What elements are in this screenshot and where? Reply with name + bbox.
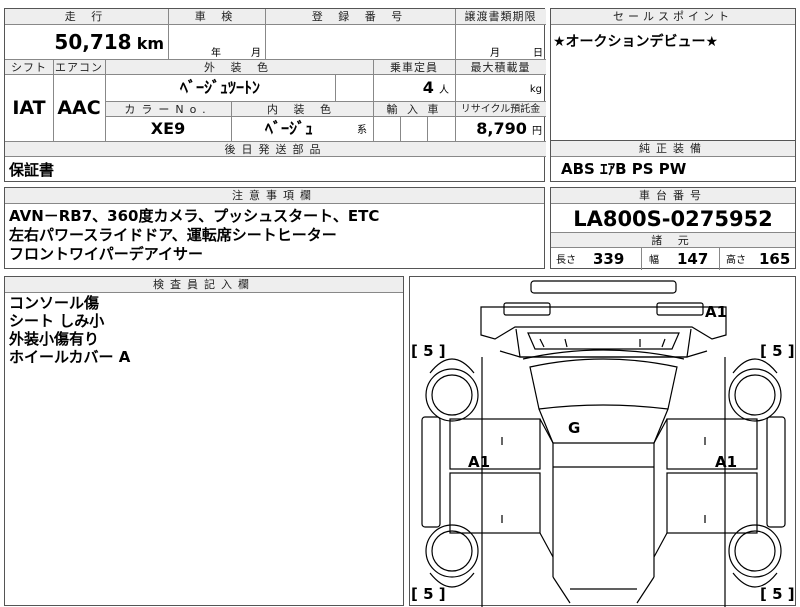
registration-header: 登 録 番 号 xyxy=(265,9,455,25)
width-label: 幅 xyxy=(649,255,659,266)
mark-rear-right-tire: [ 5 ] xyxy=(760,585,795,603)
height-value: 165 xyxy=(759,250,791,268)
capacity-unit: 人 xyxy=(439,85,449,96)
notes-header: 注意事項欄 xyxy=(5,188,544,204)
max-load-header: 最大積載量 xyxy=(455,59,546,75)
inspector-line-1: コンソール傷 xyxy=(9,294,100,312)
recycle-unit: 円 xyxy=(532,126,542,137)
max-load-unit: kg xyxy=(529,84,542,95)
genuine-equipment-header: 純正装備 xyxy=(551,141,795,157)
color-no-value: XE9 xyxy=(150,119,186,138)
recycle-value: 8,790 xyxy=(476,119,527,138)
dimensions-row: 長さ 339 幅 147 高さ 165 xyxy=(551,248,795,270)
mileage-unit: km xyxy=(136,34,164,53)
transfer-day-label: 日 xyxy=(533,48,543,59)
notes-line-2: 左右パワースライドドア、運転席シートヒーター xyxy=(9,226,337,244)
mark-front-left-tire: [ 5 ] xyxy=(411,342,446,360)
interior-color-header: 内 装 色 xyxy=(231,101,373,117)
recycle-header: リサイクル預託金 xyxy=(455,101,546,117)
color-no-header: カラーNo. xyxy=(105,101,231,117)
interior-color-suffix: 系 xyxy=(357,125,367,136)
inspector-line-3: 外装小傷有り xyxy=(9,330,100,348)
capacity-value-cell: 4 人 xyxy=(373,75,455,101)
mileage-header: 走 行 xyxy=(5,9,168,25)
sales-point-text: ★オークションデビュー★ xyxy=(553,34,719,50)
chassis-value: LA800S-0275952 xyxy=(573,207,773,231)
interior-color-cell: ﾍﾞｰｼﾞｭ 系 xyxy=(231,117,373,141)
notes-line-3: フロントワイパーデアイサー xyxy=(9,245,203,263)
transfer-month-label: 月 xyxy=(490,48,500,59)
chassis-header: 車台番号 xyxy=(551,188,795,204)
height-label: 高さ xyxy=(726,255,746,266)
genuine-equipment-text: ABS ｴｱB PS PW xyxy=(561,160,687,178)
sales-point-panel: セールスポイント ★オークションデビュー★ xyxy=(550,8,796,142)
transfer-deadline-cell: 月 日 xyxy=(455,25,546,59)
chassis-panel: 車台番号 LA800S-0275952 諸 元 長さ 339 幅 147 高さ … xyxy=(550,187,796,270)
mark-right-door: A1 xyxy=(715,453,737,471)
sales-point-header: セールスポイント xyxy=(551,9,795,25)
inspection-year-label: 年 xyxy=(211,48,221,59)
shift-value: IAT xyxy=(12,97,46,119)
inspection-month-label: 月 xyxy=(251,48,261,59)
mark-roof-right: A1 xyxy=(705,303,727,321)
dimensions-header: 諸 元 xyxy=(551,232,795,248)
transfer-deadline-header: 譲渡書類期限 xyxy=(455,9,546,25)
interior-color-value: ﾍﾞｰｼﾞｭ xyxy=(265,119,314,138)
later-parts-header: 後日発送部品 xyxy=(5,141,546,157)
mark-rear-left-tire: [ 5 ] xyxy=(411,585,446,603)
vehicle-info-table: 走 行 車 検 登 録 番 号 譲渡書類期限 50,718 km 年 月 月 日… xyxy=(4,8,546,182)
car-diagram-panel: A1 [ 5 ] [ 5 ] G A1 A1 [ 5 ] [ 5 ] xyxy=(409,276,796,607)
recycle-value-cell: 8,790 円 xyxy=(455,117,546,141)
length-label: 長さ xyxy=(556,255,576,266)
inspector-line-4: ホイールカバー A xyxy=(9,348,131,366)
mark-left-door: A1 xyxy=(468,453,490,471)
mark-windshield: G xyxy=(568,419,580,437)
shift-header: シフト xyxy=(5,59,53,75)
exterior-color-header: 外 装 色 xyxy=(105,59,373,75)
inspection-value-cell: 年 月 xyxy=(168,25,265,59)
length-value: 339 xyxy=(593,250,625,268)
notes-panel: 注意事項欄 AVN－RB7、360度カメラ、プッシュスタート、ETC 左右パワー… xyxy=(4,187,545,269)
aircon-header: エアコン xyxy=(53,59,105,75)
inspector-line-2: シート しみ小 xyxy=(9,312,105,330)
import-header: 輸 入 車 xyxy=(373,101,455,117)
inspection-header: 車 検 xyxy=(168,9,265,25)
inspector-header: 検査員記入欄 xyxy=(5,277,403,293)
capacity-header: 乗車定員 xyxy=(373,59,455,75)
capacity-value: 4 xyxy=(422,78,434,97)
width-value: 147 xyxy=(677,250,709,268)
aircon-value: AAC xyxy=(57,97,101,119)
mark-front-right-tire: [ 5 ] xyxy=(760,342,795,360)
exterior-color-value: ﾍﾞｰｼﾞｭﾂｰﾄﾝ xyxy=(179,78,260,97)
later-parts-text: 保証書 xyxy=(9,161,55,179)
notes-line-1: AVN－RB7、360度カメラ、プッシュスタート、ETC xyxy=(9,207,380,225)
genuine-equipment-panel: 純正装備 ABS ｴｱB PS PW xyxy=(550,140,796,182)
mileage-value: 50,718 xyxy=(54,30,132,54)
car-diagram: A1 [ 5 ] [ 5 ] G A1 A1 [ 5 ] [ 5 ] xyxy=(411,280,795,607)
inspector-panel: 検査員記入欄 コンソール傷 シート しみ小 外装小傷有り ホイールカバー A xyxy=(4,276,404,606)
mileage-value-cell: 50,718 km xyxy=(5,25,168,59)
